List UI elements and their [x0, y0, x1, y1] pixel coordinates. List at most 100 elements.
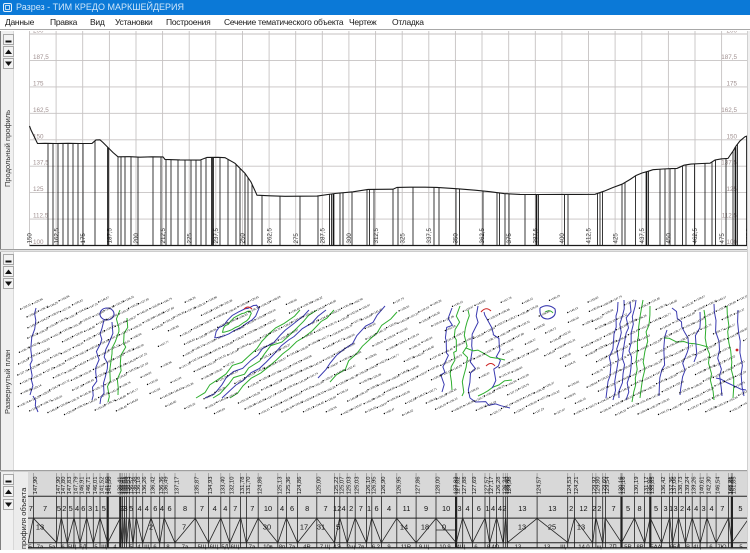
- svg-text:+144,29: +144,29: [126, 357, 137, 365]
- svg-text:+129,18: +129,18: [486, 399, 497, 407]
- svg-text:+136,36: +136,36: [153, 322, 164, 330]
- svg-text:+148,37: +148,37: [416, 391, 427, 399]
- svg-text:+142,37: +142,37: [677, 367, 688, 375]
- svg-text:+125,35: +125,35: [114, 299, 125, 307]
- svg-text:+146,85: +146,85: [452, 404, 463, 412]
- svg-text:+139,53: +139,53: [341, 354, 352, 362]
- svg-text:+145,10: +145,10: [576, 396, 587, 404]
- svg-text:475: 475: [719, 233, 726, 244]
- svg-text:+127,36: +127,36: [73, 383, 84, 391]
- svg-text:133,40: 133,40: [220, 477, 226, 495]
- svg-text:+143,32: +143,32: [127, 366, 138, 374]
- svg-text:+131,40: +131,40: [650, 296, 661, 304]
- svg-text:+139,59: +139,59: [61, 325, 72, 333]
- svg-text:+135,33: +135,33: [659, 397, 670, 405]
- svg-text:14: 14: [400, 523, 408, 532]
- svg-text:412,5: 412,5: [586, 227, 593, 243]
- svg-text:4: 4: [280, 504, 284, 513]
- svg-text:+139,71: +139,71: [215, 333, 226, 341]
- svg-text:127,88: 127,88: [462, 477, 468, 495]
- svg-text:+128,38: +128,38: [474, 331, 485, 339]
- svg-text:+144,64: +144,64: [77, 306, 88, 314]
- svg-text:+152,38: +152,38: [222, 298, 233, 306]
- svg-text:+150,64: +150,64: [587, 380, 598, 388]
- svg-text:1: 1: [367, 504, 371, 513]
- svg-text:6Щ: 6Щ: [231, 545, 240, 550]
- svg-text:+127,93: +127,93: [138, 361, 149, 369]
- svg-text:+144,83: +144,83: [128, 397, 139, 405]
- svg-text:+132,87: +132,87: [352, 402, 363, 410]
- svg-text:+134,72: +134,72: [21, 377, 32, 385]
- svg-text:7: 7: [611, 504, 615, 513]
- svg-text:+129,58: +129,58: [561, 351, 572, 359]
- svg-text:+139,43: +139,43: [603, 308, 614, 316]
- svg-text:125,36: 125,36: [286, 477, 292, 495]
- svg-text:+142,37: +142,37: [206, 401, 217, 409]
- svg-text:+137,58: +137,58: [204, 338, 215, 346]
- svg-text:+146,27: +146,27: [99, 295, 110, 303]
- svg-text:+138,46: +138,46: [617, 334, 628, 342]
- svg-text:+145,12: +145,12: [568, 306, 579, 314]
- svg-text:6Д: 6Д: [79, 545, 86, 550]
- svg-text:+143,67: +143,67: [288, 327, 299, 335]
- svg-text:5: 5: [129, 545, 132, 550]
- svg-text:+147,38: +147,38: [270, 369, 281, 377]
- svg-text:+128,82: +128,82: [485, 325, 496, 333]
- svg-text:+137,79: +137,79: [394, 296, 405, 304]
- svg-text:+136,60: +136,60: [298, 344, 309, 352]
- svg-text:+130,37: +130,37: [649, 402, 660, 410]
- svg-text:+144,21: +144,21: [39, 315, 50, 323]
- svg-text:+143,68: +143,68: [302, 354, 313, 362]
- svg-text:+138,98: +138,98: [724, 365, 735, 373]
- svg-text:+143,66: +143,66: [475, 298, 486, 306]
- svg-text:+145,40: +145,40: [424, 344, 435, 352]
- svg-text:4: 4: [709, 504, 713, 513]
- svg-text:+140,94: +140,94: [661, 322, 672, 330]
- svg-text:+142,33: +142,33: [377, 357, 388, 365]
- svg-text:+138,70: +138,70: [69, 395, 80, 403]
- svg-text:+128,92: +128,92: [234, 334, 245, 342]
- svg-text:8 4О: 8 4О: [487, 545, 500, 550]
- svg-text:+129,27: +129,27: [280, 342, 291, 350]
- svg-text:+134,80: +134,80: [619, 374, 630, 382]
- svg-text:+149,52: +149,52: [202, 308, 213, 316]
- svg-text:6: 6: [168, 504, 172, 513]
- svg-text:+142,99: +142,99: [342, 407, 353, 415]
- svg-text:+132,41: +132,41: [52, 394, 63, 402]
- svg-text:125,13: 125,13: [277, 477, 283, 495]
- svg-text:+146,37: +146,37: [575, 407, 586, 415]
- svg-text:+127,18: +127,18: [539, 393, 550, 401]
- svg-text:+143,79: +143,79: [503, 347, 514, 355]
- svg-text:+139,38: +139,38: [378, 378, 389, 386]
- svg-text:+135,27: +135,27: [507, 314, 518, 322]
- svg-text:+146,19: +146,19: [620, 385, 631, 393]
- svg-text:+140,59: +140,59: [422, 335, 433, 343]
- svg-text:+136,76: +136,76: [593, 367, 604, 375]
- svg-text:+140,63: +140,63: [76, 360, 87, 368]
- svg-text:+134,93: +134,93: [141, 370, 152, 378]
- svg-text:+132,99: +132,99: [32, 372, 43, 380]
- svg-text:+146,78: +146,78: [499, 330, 510, 338]
- svg-text:+148,77: +148,77: [41, 398, 52, 406]
- svg-text:+148,63: +148,63: [172, 386, 183, 394]
- svg-text:+134,99: +134,99: [599, 396, 610, 404]
- svg-text:+147,43: +147,43: [171, 375, 182, 383]
- svg-text:7а: 7а: [182, 545, 189, 550]
- svg-text:14 0: 14 0: [578, 545, 589, 550]
- svg-text:+139,42: +139,42: [528, 304, 539, 312]
- svg-text:+147,77: +147,77: [319, 333, 330, 341]
- svg-text:+124,92: +124,92: [366, 405, 377, 413]
- svg-text:+150,85: +150,85: [150, 302, 161, 310]
- svg-text:146,01: 146,01: [93, 477, 99, 495]
- svg-text:+136,84: +136,84: [40, 346, 51, 354]
- svg-text:2: 2: [569, 504, 573, 513]
- svg-text:337,5: 337,5: [426, 227, 433, 243]
- svg-text:+143,74: +143,74: [524, 391, 535, 399]
- svg-text:+152,49: +152,49: [27, 310, 38, 318]
- svg-text:4: 4: [491, 504, 495, 513]
- svg-text:+151,32: +151,32: [639, 322, 650, 330]
- svg-text:+131,89: +131,89: [345, 341, 356, 349]
- svg-text:+133,52: +133,52: [148, 377, 159, 385]
- svg-text:11R: 11R: [401, 545, 411, 550]
- svg-text:+147,80: +147,80: [397, 326, 408, 334]
